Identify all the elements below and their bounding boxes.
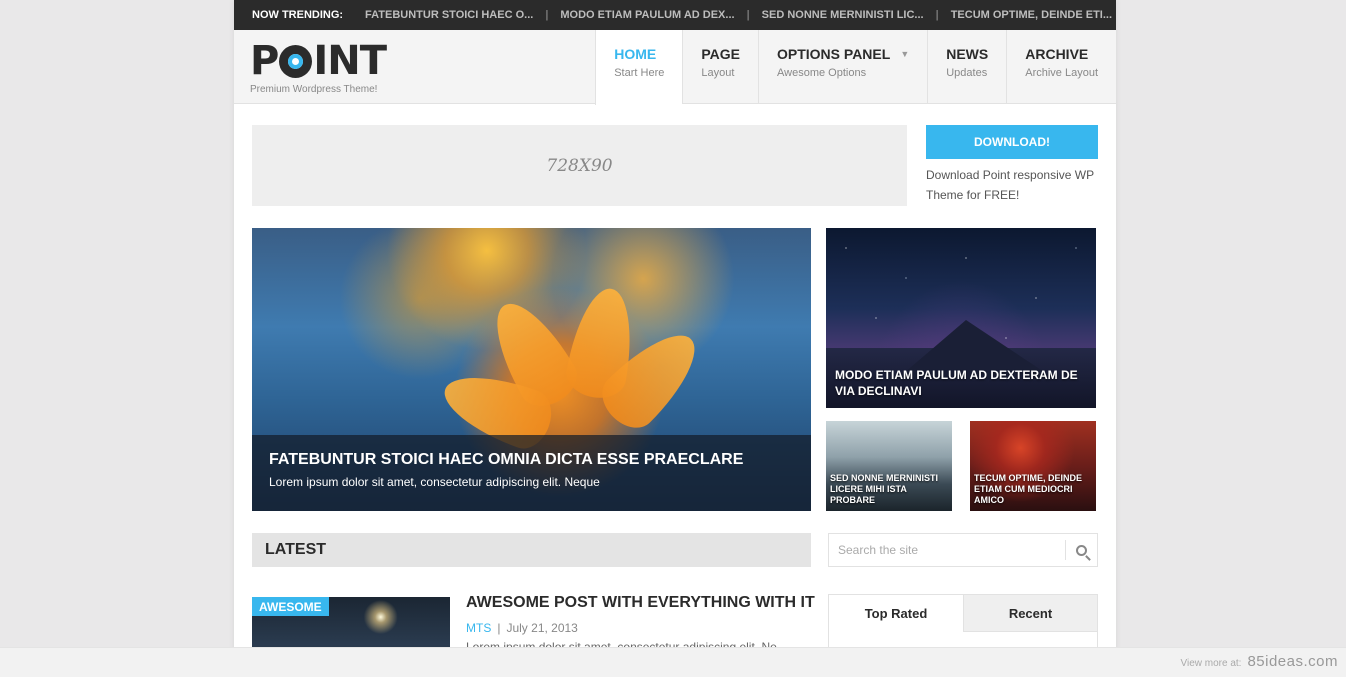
nav-subtitle: Archive Layout [1025,67,1098,79]
ad-banner[interactable]: 728X90 [252,125,907,206]
featured-small-post[interactable]: SED NONNE MERNINISTI LICERE MIHI ISTA PR… [826,421,952,511]
ad-size-label: 728X90 [546,155,613,176]
post-title[interactable]: AWESOME POST WITH EVERYTHING WITH IT [466,594,815,612]
nav-subtitle: Awesome Options [777,67,867,79]
search-form [828,533,1098,567]
download-description: Download Point responsive WP Theme for F… [926,168,1094,202]
post-meta: MTS | July 21, 2013 [466,621,578,635]
post-author[interactable]: MTS [466,621,491,635]
nav-title: OPTIONS PANEL [777,46,891,62]
featured-excerpt: Lorem ipsum dolor sit amet, consectetur … [269,475,600,489]
trending-separator: | [545,9,549,21]
featured-side-caption: MODO ETIAM PAULUM AD DEXTERAM DE VIA DEC… [826,358,1096,408]
category-badge[interactable]: AWESOME [252,597,329,616]
dropdown-caret-icon: ▼ [900,49,910,59]
trending-separator: | [935,9,939,21]
view-more-credit: View more at: 85ideas.com [1180,653,1338,670]
nav-title: ARCHIVE [1025,46,1089,62]
logo-text-pre: P [250,38,279,84]
post-date: July 21, 2013 [506,621,578,635]
nav-item-archive[interactable]: ARCHIVE Archive Layout [1006,30,1116,104]
trending-separator: | [746,9,750,21]
featured-side-post[interactable]: MODO ETIAM PAULUM AD DEXTERAM DE VIA DEC… [826,228,1096,408]
latest-label: LATEST [265,541,327,558]
search-icon [1076,544,1087,556]
featured-caption: FATEBUNTUR STOICI HAEC OMNIA DICTA ESSE … [252,435,811,511]
nav-item-options-panel[interactable]: OPTIONS PANEL ▼ Awesome Options [758,30,927,104]
logo-tagline: Premium Wordpress Theme! [250,84,378,95]
view-more-link[interactable]: 85ideas.com [1247,653,1338,670]
nav-title: NEWS [946,46,989,62]
featured-small-title: TECUM OPTIME, DEINDE ETIAM CUM MEDIOCRI … [974,473,1083,505]
bottom-bar [0,647,1346,677]
nav-title: HOME [614,46,657,62]
tab-recent[interactable]: Recent [963,595,1097,632]
search-button[interactable] [1065,540,1097,560]
trending-item[interactable]: FATEBUNTUR STOICI HAEC O... [365,9,533,21]
nav-subtitle: Layout [701,67,735,79]
logo-wordmark: P INT [250,38,387,84]
nav-item-page[interactable]: PAGE Layout [682,30,758,104]
trending-item[interactable]: TECUM OPTIME, DEINDE ETI... [951,9,1112,21]
logo-text-post: INT [313,38,387,84]
trending-item[interactable]: SED NONNE MERNINISTI LIC... [762,9,924,21]
latest-heading: LATEST [252,533,811,567]
site-header: P INT Premium Wordpress Theme! HOME Star… [234,30,1116,105]
nav-subtitle: Start Here [614,67,665,79]
featured-small-post[interactable]: TECUM OPTIME, DEINDE ETIAM CUM MEDIOCRI … [970,421,1096,511]
nav-item-home[interactable]: HOME Start Here [595,30,683,105]
tab-top-rated[interactable]: Top Rated [829,595,963,632]
nav-title: PAGE [701,46,740,62]
trending-label: NOW TRENDING: [252,9,344,21]
nav-item-news[interactable]: NEWS Updates [927,30,1006,104]
main-nav: HOME Start Here PAGE Layout OPTIONS PANE… [595,30,1116,105]
site-logo[interactable]: P INT Premium Wordpress Theme! [250,38,387,95]
trending-bar: NOW TRENDING: FATEBUNTUR STOICI HAEC O..… [234,0,1116,30]
featured-title: FATEBUNTUR STOICI HAEC OMNIA DICTA ESSE … [269,451,744,468]
nav-subtitle: Updates [946,67,988,79]
view-more-label: View more at: [1180,658,1242,669]
page-container: NOW TRENDING: FATEBUNTUR STOICI HAEC O..… [234,0,1116,677]
download-button[interactable]: DOWNLOAD! [926,125,1098,159]
featured-small-title: SED NONNE MERNINISTI LICERE MIHI ISTA PR… [830,473,939,505]
nav-title-row: OPTIONS PANEL ▼ [777,46,909,62]
meta-separator: | [497,621,501,635]
logo-target-icon [279,44,313,78]
featured-side-title: MODO ETIAM PAULUM AD DEXTERAM DE VIA DEC… [835,368,1078,398]
featured-main-post[interactable]: FATEBUNTUR STOICI HAEC OMNIA DICTA ESSE … [252,228,811,511]
trending-item[interactable]: MODO ETIAM PAULUM AD DEX... [560,9,734,21]
search-input[interactable] [829,534,1065,566]
